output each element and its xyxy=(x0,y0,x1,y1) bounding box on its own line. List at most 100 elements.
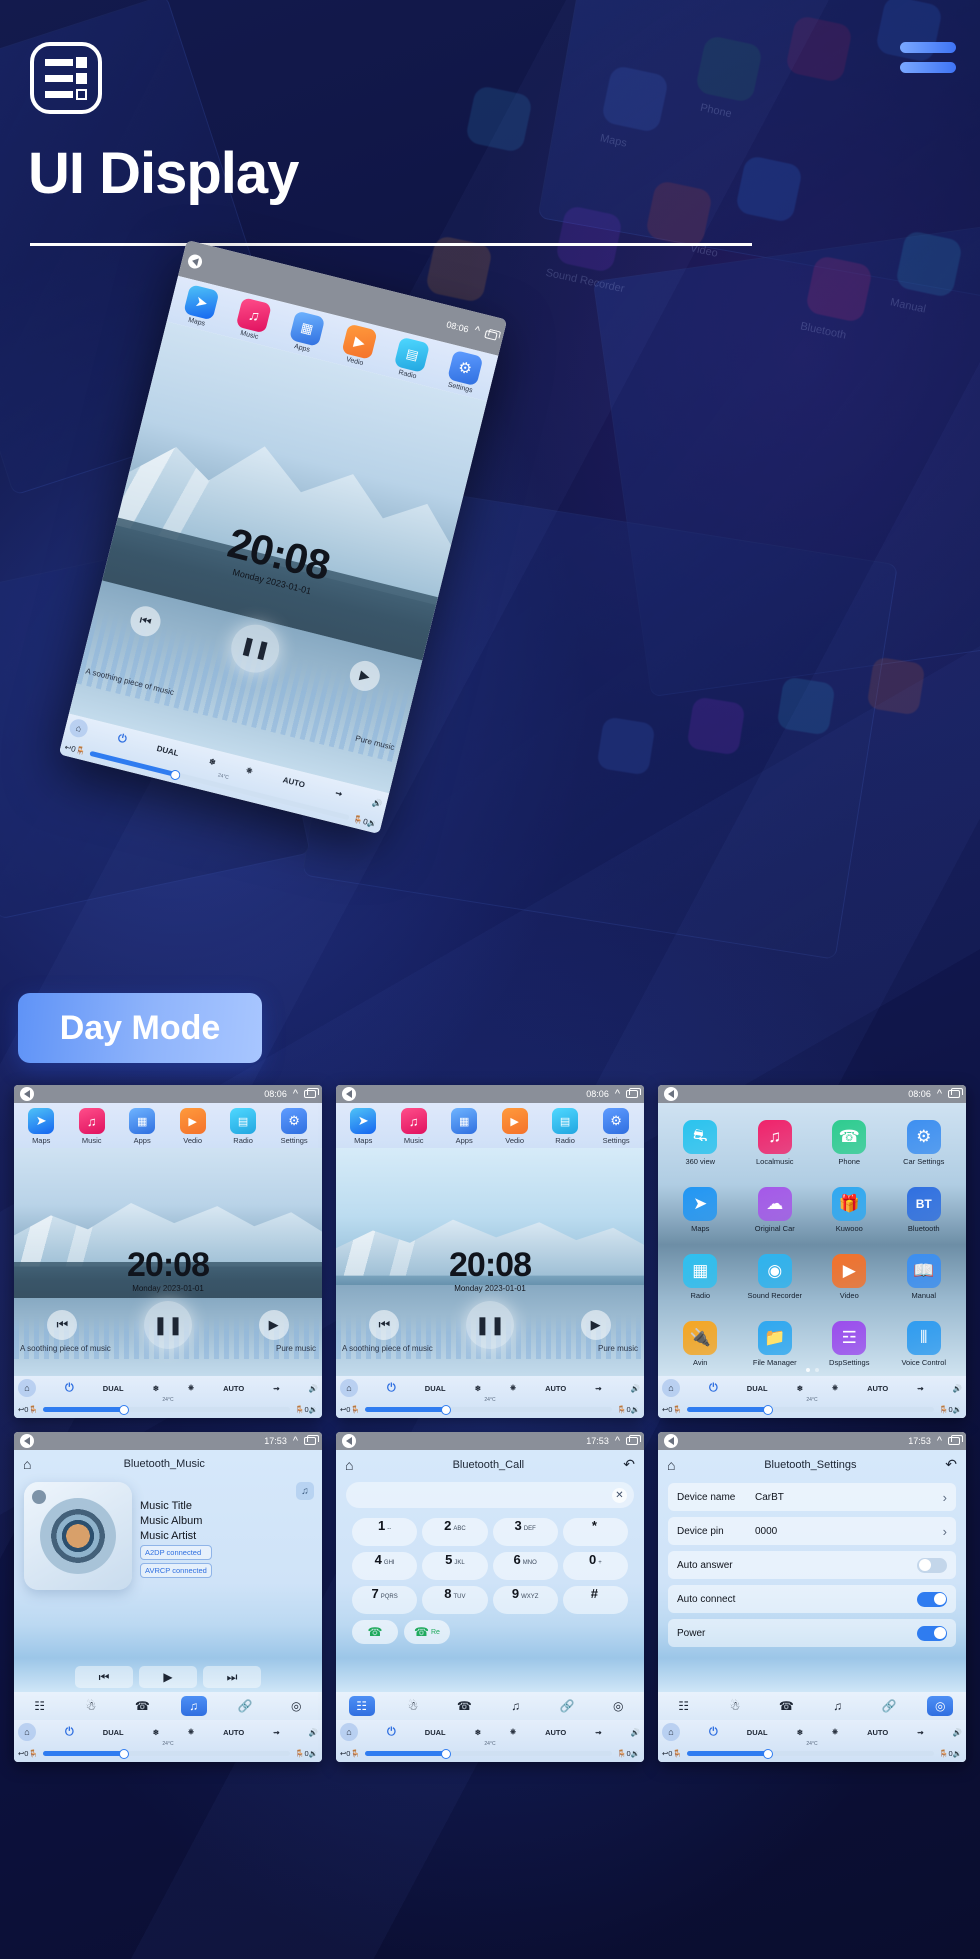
fan-slider[interactable] xyxy=(42,1748,291,1759)
app-music[interactable]: ♫ Music xyxy=(234,297,273,342)
dial-key-3[interactable]: 3 DEF xyxy=(492,1518,558,1546)
toggle-switch[interactable] xyxy=(917,1591,947,1607)
auto-label[interactable]: AUTO xyxy=(545,1384,566,1393)
back-icon[interactable] xyxy=(342,1434,356,1448)
power-icon[interactable]: ⏻ xyxy=(709,1726,718,1739)
snowflake-icon[interactable]: ❄ xyxy=(153,1728,159,1737)
settings-icon[interactable]: ◎ xyxy=(283,1696,309,1716)
back-icon[interactable] xyxy=(342,1087,356,1101)
call-button[interactable]: ☎ xyxy=(352,1620,398,1644)
chevron-up-icon[interactable]: ^ xyxy=(937,1435,942,1447)
app-radio[interactable]: ▤ Radio xyxy=(552,1108,579,1145)
fan-slider[interactable] xyxy=(42,1404,291,1415)
setting-row-device-name[interactable]: Device name CarBT › xyxy=(668,1483,956,1511)
app-vedio[interactable]: ▶ Vedio xyxy=(339,323,378,369)
auto-label[interactable]: AUTO xyxy=(867,1728,888,1737)
app-vedio[interactable]: ▶ Vedio xyxy=(501,1108,528,1145)
dial-key-4[interactable]: 4 GHI xyxy=(352,1552,418,1580)
volume-down-icon[interactable]: 🔉 xyxy=(309,1405,318,1414)
home-icon[interactable]: ⌂ xyxy=(23,1456,31,1472)
dial-key-*[interactable]: * xyxy=(562,1518,628,1546)
card-all-apps[interactable]: 08:06 ^ ⛐ 360 view ♫ Localmusic ☎ Phone ⚙ Car S… xyxy=(658,1085,966,1418)
play-icon[interactable]: ▶ xyxy=(139,1666,197,1688)
home-icon[interactable]: ⌂ xyxy=(345,1457,353,1473)
music-note-icon[interactable]: ♫ xyxy=(296,1482,314,1500)
airflow-icon[interactable]: ⇝ xyxy=(334,788,343,798)
recents-icon[interactable] xyxy=(304,1088,319,1098)
recents-icon[interactable] xyxy=(626,1435,641,1445)
app-maps[interactable]: ➤ Maps xyxy=(181,284,220,329)
seat-icon[interactable]: 🪑 xyxy=(28,1405,37,1414)
card-bluetooth-settings[interactable]: 17:53 ^ ⌂ Bluetooth_Settings ↶ Device na… xyxy=(658,1432,966,1762)
app-settings[interactable]: ⚙ Settings xyxy=(445,349,484,395)
link-icon[interactable]: 🔗 xyxy=(232,1696,258,1716)
volume-up-icon[interactable]: 🔊 xyxy=(309,1728,318,1737)
auto-label[interactable]: AUTO xyxy=(867,1384,888,1393)
rear-defrost-icon[interactable]: ⎈ xyxy=(188,1383,194,1393)
undo-icon[interactable]: ↶ xyxy=(945,1456,957,1473)
phone-number-input[interactable]: ✕ xyxy=(346,1482,634,1508)
contacts-icon[interactable]: ☃ xyxy=(722,1696,748,1716)
dial-key-1[interactable]: 1 -- xyxy=(352,1518,418,1546)
seat-heated-icon[interactable]: 🪑 xyxy=(295,1405,304,1414)
volume-up-icon[interactable]: 🔊 xyxy=(372,797,384,808)
app-cell-sound-recorder[interactable]: ◉ Sound Recorder xyxy=(739,1245,812,1310)
setting-row-auto-answer[interactable]: Auto answer xyxy=(668,1551,956,1579)
power-icon[interactable]: ⏻ xyxy=(387,1382,396,1395)
next-track-icon[interactable]: ▶ xyxy=(580,1310,611,1341)
app-music[interactable]: ♫ Music xyxy=(400,1108,427,1145)
airflow-icon[interactable]: ⇝ xyxy=(917,1384,923,1393)
dial-key-9[interactable]: 9 WXYZ xyxy=(492,1586,558,1614)
dial-key-0[interactable]: 0 + xyxy=(562,1552,628,1580)
volume-down-icon[interactable]: 🔉 xyxy=(366,818,378,829)
chevron-up-icon[interactable]: ^ xyxy=(293,1435,298,1447)
rear-defrost-icon[interactable]: ⎈ xyxy=(832,1383,838,1393)
home-icon[interactable]: ⌂ xyxy=(662,1723,680,1741)
recents-icon[interactable] xyxy=(948,1435,963,1445)
seat-heated-icon[interactable]: 🪑 xyxy=(617,1405,626,1414)
power-icon[interactable]: ⏻ xyxy=(709,1382,718,1395)
pause-icon[interactable]: ❚❚ xyxy=(465,1301,514,1350)
music-icon[interactable]: ♫ xyxy=(825,1696,851,1716)
clear-x-icon[interactable]: ✕ xyxy=(612,1487,627,1503)
dual-label[interactable]: DUAL xyxy=(425,1384,446,1393)
setting-row-device-pin[interactable]: Device pin 0000 › xyxy=(668,1517,956,1545)
snowflake-icon[interactable]: ❄ xyxy=(208,756,217,766)
airflow-icon[interactable]: ⇝ xyxy=(595,1728,601,1737)
rear-defrost-icon[interactable]: ⎈ xyxy=(510,1383,516,1393)
app-vedio[interactable]: ▶ Vedio xyxy=(179,1108,206,1145)
phone-icon[interactable]: ☎ xyxy=(773,1696,799,1716)
volume-down-icon[interactable]: 🔉 xyxy=(309,1749,318,1758)
dual-label[interactable]: DUAL xyxy=(103,1384,124,1393)
phone-icon[interactable]: ☎ xyxy=(129,1696,155,1716)
card-home-mountain[interactable]: 08:06 ^ ➤ Maps ♫ Music ▦ Apps ▶ Vedio ▤ Radio… xyxy=(336,1085,644,1418)
back-icon[interactable] xyxy=(664,1087,678,1101)
app-cell-avin[interactable]: 🔌 Avin xyxy=(664,1311,737,1376)
link-icon[interactable]: 🔗 xyxy=(554,1696,580,1716)
dial-key-2[interactable]: 2 ABC xyxy=(422,1518,488,1546)
dual-label[interactable]: DUAL xyxy=(103,1728,124,1737)
snowflake-icon[interactable]: ❄ xyxy=(153,1384,159,1393)
volume-up-icon[interactable]: 🔊 xyxy=(953,1384,962,1393)
back-icon[interactable] xyxy=(664,1434,678,1448)
app-cell-car-settings[interactable]: ⚙ Car Settings xyxy=(888,1111,961,1176)
previous-track-icon[interactable]: ⏮ xyxy=(369,1310,400,1341)
home-icon[interactable]: ⌂ xyxy=(18,1723,36,1741)
app-cell-dspsettings[interactable]: ☲ DspSettings xyxy=(813,1311,886,1376)
power-icon[interactable]: ⏻ xyxy=(65,1726,74,1739)
volume-up-icon[interactable]: 🔊 xyxy=(309,1384,318,1393)
dial-key-#[interactable]: # xyxy=(562,1586,628,1614)
toggle-switch[interactable] xyxy=(917,1625,947,1641)
volume-up-icon[interactable]: 🔊 xyxy=(953,1728,962,1737)
recents-icon[interactable] xyxy=(626,1088,641,1098)
snowflake-icon[interactable]: ❄ xyxy=(475,1384,481,1393)
seat-icon[interactable]: 🪑 xyxy=(350,1405,359,1414)
dialpad-icon[interactable]: ☷ xyxy=(27,1696,53,1716)
app-settings[interactable]: ⚙ Settings xyxy=(281,1108,308,1145)
chevron-up-icon[interactable]: ^ xyxy=(293,1088,298,1100)
settings-icon[interactable]: ◎ xyxy=(605,1696,631,1716)
setting-row-auto-connect[interactable]: Auto connect xyxy=(668,1585,956,1613)
card-home-lake[interactable]: 08:06 ^ ➤ Maps ♫ Music ▦ Apps ▶ Vedio ▤ Radio… xyxy=(14,1085,322,1418)
app-apps[interactable]: ▦ Apps xyxy=(129,1108,156,1145)
airflow-icon[interactable]: ⇝ xyxy=(273,1728,279,1737)
